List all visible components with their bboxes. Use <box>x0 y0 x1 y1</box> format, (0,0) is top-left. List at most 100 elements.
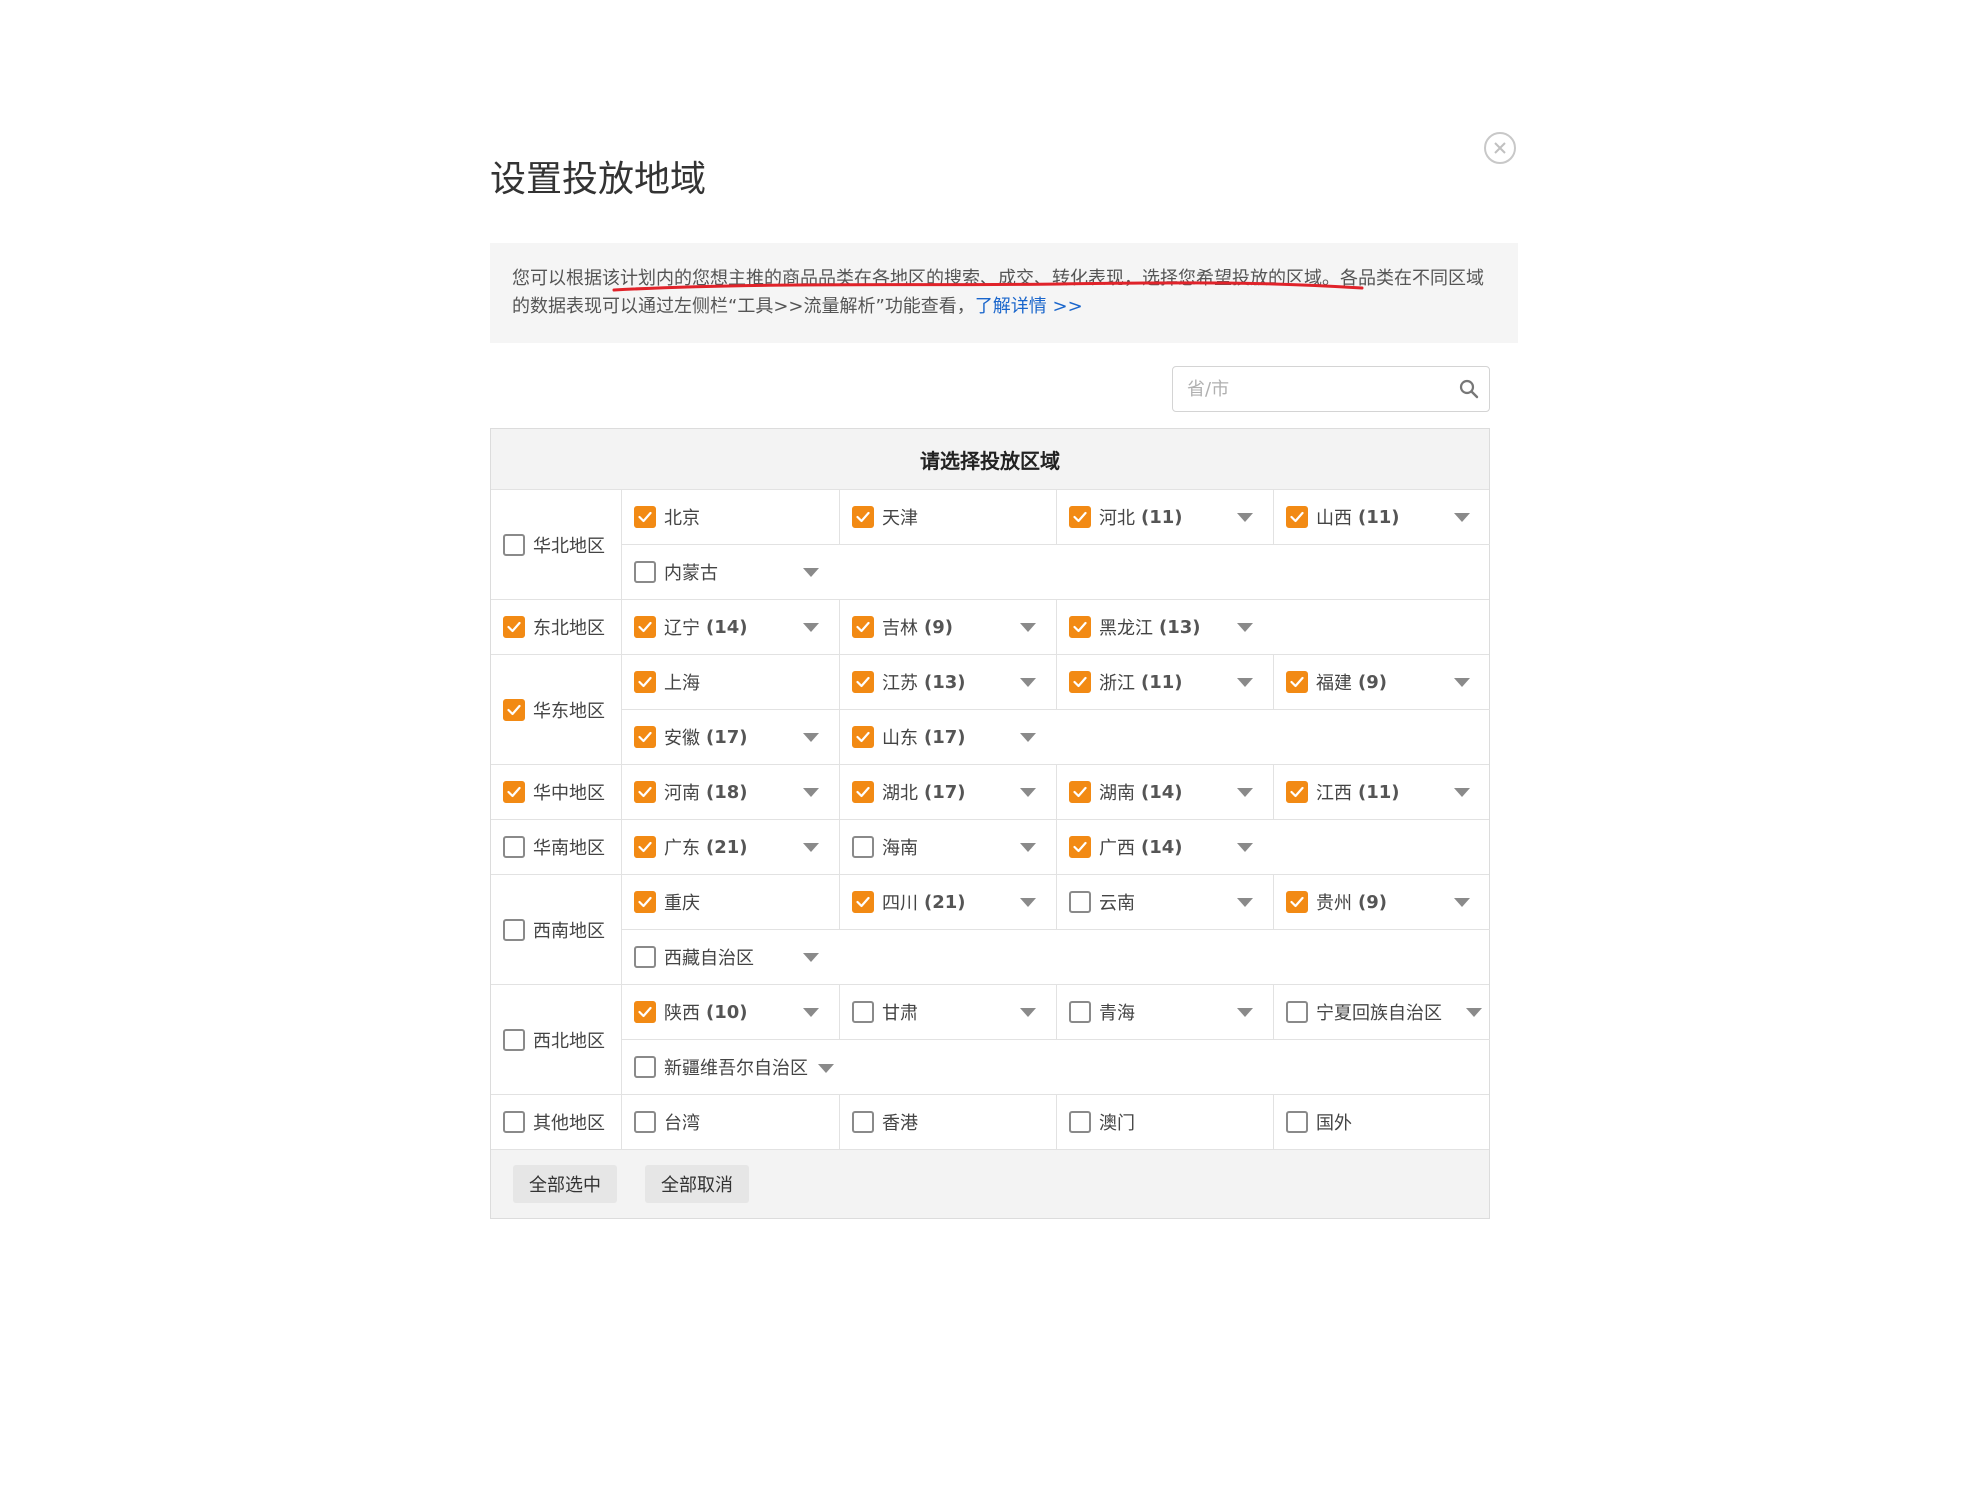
region-checkbox[interactable] <box>503 781 525 803</box>
province-checkbox[interactable] <box>1069 836 1091 858</box>
chevron-down-icon[interactable] <box>1237 843 1253 852</box>
region-label[interactable]: 东北地区 <box>491 600 622 654</box>
chevron-down-icon[interactable] <box>803 953 819 962</box>
province-cell[interactable]: 河南 (18) <box>622 765 839 819</box>
province-cell[interactable]: 河北 (11) <box>1056 490 1273 544</box>
province-checkbox[interactable] <box>634 726 656 748</box>
province-cell[interactable]: 黑龙江 (13) <box>1056 600 1273 654</box>
province-checkbox[interactable] <box>634 781 656 803</box>
chevron-down-icon[interactable] <box>1237 1008 1253 1017</box>
region-label[interactable]: 华中地区 <box>491 765 622 819</box>
province-cell[interactable]: 山西 (11) <box>1273 490 1490 544</box>
province-checkbox[interactable] <box>852 726 874 748</box>
province-checkbox[interactable] <box>1069 781 1091 803</box>
province-cell[interactable]: 山东 (17) <box>839 710 1056 764</box>
province-checkbox[interactable] <box>852 836 874 858</box>
region-checkbox[interactable] <box>503 616 525 638</box>
province-cell[interactable]: 国外 <box>1273 1095 1490 1149</box>
chevron-down-icon[interactable] <box>803 568 819 577</box>
province-checkbox[interactable] <box>1286 671 1308 693</box>
province-cell[interactable]: 安徽 (17) <box>622 710 839 764</box>
province-checkbox[interactable] <box>852 506 874 528</box>
chevron-down-icon[interactable] <box>1020 733 1036 742</box>
province-checkbox[interactable] <box>1069 891 1091 913</box>
province-cell[interactable]: 湖南 (14) <box>1056 765 1273 819</box>
province-cell[interactable]: 北京 <box>622 490 839 544</box>
chevron-down-icon[interactable] <box>1454 678 1470 687</box>
chevron-down-icon[interactable] <box>1454 513 1470 522</box>
province-checkbox[interactable] <box>634 891 656 913</box>
province-cell[interactable]: 四川 (21) <box>839 875 1056 929</box>
region-checkbox[interactable] <box>503 918 525 941</box>
province-checkbox[interactable] <box>1286 1001 1308 1023</box>
chevron-down-icon[interactable] <box>1454 788 1470 797</box>
region-checkbox[interactable] <box>503 836 525 858</box>
chevron-down-icon[interactable] <box>1237 678 1253 687</box>
province-checkbox[interactable] <box>634 561 656 583</box>
province-cell[interactable]: 香港 <box>839 1095 1056 1149</box>
chevron-down-icon[interactable] <box>1237 898 1253 907</box>
province-cell[interactable]: 江苏 (13) <box>839 655 1056 709</box>
province-cell[interactable]: 广东 (21) <box>622 820 839 874</box>
deselect-all-button[interactable]: 全部取消 <box>645 1165 749 1203</box>
region-label[interactable]: 西北地区 <box>491 985 622 1094</box>
region-checkbox[interactable] <box>503 698 525 721</box>
province-cell[interactable]: 江西 (11) <box>1273 765 1490 819</box>
province-checkbox[interactable] <box>852 891 874 913</box>
chevron-down-icon[interactable] <box>1020 1008 1036 1017</box>
chevron-down-icon[interactable] <box>803 843 819 852</box>
province-checkbox[interactable] <box>852 1111 874 1133</box>
province-cell[interactable]: 内蒙古 <box>622 545 839 599</box>
province-checkbox[interactable] <box>634 1111 656 1133</box>
province-cell[interactable]: 湖北 (17) <box>839 765 1056 819</box>
province-cell[interactable]: 台湾 <box>622 1095 839 1149</box>
chevron-down-icon[interactable] <box>1466 1008 1482 1017</box>
province-checkbox[interactable] <box>852 781 874 803</box>
province-checkbox[interactable] <box>1069 671 1091 693</box>
province-checkbox[interactable] <box>634 1001 656 1023</box>
chevron-down-icon[interactable] <box>1020 843 1036 852</box>
province-cell[interactable]: 广西 (14) <box>1056 820 1273 874</box>
chevron-down-icon[interactable] <box>803 733 819 742</box>
chevron-down-icon[interactable] <box>1237 513 1253 522</box>
chevron-down-icon[interactable] <box>818 1063 834 1073</box>
chevron-down-icon[interactable] <box>1237 623 1253 632</box>
province-checkbox[interactable] <box>634 1056 656 1078</box>
province-cell[interactable]: 宁夏回族自治区 <box>1273 985 1490 1039</box>
province-checkbox[interactable] <box>634 671 656 693</box>
province-checkbox[interactable] <box>852 671 874 693</box>
province-checkbox[interactable] <box>1286 891 1308 913</box>
region-label[interactable]: 华北地区 <box>491 490 622 599</box>
region-checkbox[interactable] <box>503 533 525 556</box>
province-cell[interactable]: 重庆 <box>622 875 839 929</box>
region-checkbox[interactable] <box>503 1111 525 1133</box>
province-checkbox[interactable] <box>1069 506 1091 528</box>
province-cell[interactable]: 新疆维吾尔自治区 <box>622 1040 839 1094</box>
learn-more-link[interactable]: 了解详情 >> <box>975 296 1083 317</box>
search-icon[interactable] <box>1459 379 1479 399</box>
province-checkbox[interactable] <box>634 616 656 638</box>
chevron-down-icon[interactable] <box>803 623 819 632</box>
province-cell[interactable]: 陕西 (10) <box>622 985 839 1039</box>
province-cell[interactable]: 上海 <box>622 655 839 709</box>
chevron-down-icon[interactable] <box>1237 788 1253 797</box>
close-button[interactable] <box>1484 132 1516 164</box>
chevron-down-icon[interactable] <box>1020 788 1036 797</box>
region-label[interactable]: 西南地区 <box>491 875 622 984</box>
region-label[interactable]: 华东地区 <box>491 655 622 764</box>
province-cell[interactable]: 吉林 (9) <box>839 600 1056 654</box>
province-cell[interactable]: 青海 <box>1056 985 1273 1039</box>
province-cell[interactable]: 澳门 <box>1056 1095 1273 1149</box>
province-cell[interactable]: 辽宁 (14) <box>622 600 839 654</box>
province-checkbox[interactable] <box>1286 781 1308 803</box>
province-checkbox[interactable] <box>1286 506 1308 528</box>
search-input[interactable] <box>1173 367 1447 411</box>
province-checkbox[interactable] <box>1069 1001 1091 1023</box>
province-checkbox[interactable] <box>634 506 656 528</box>
chevron-down-icon[interactable] <box>1454 898 1470 907</box>
province-checkbox[interactable] <box>852 1001 874 1023</box>
province-checkbox[interactable] <box>1069 1111 1091 1133</box>
province-checkbox[interactable] <box>634 946 656 968</box>
province-checkbox[interactable] <box>1069 616 1091 638</box>
province-checkbox[interactable] <box>634 836 656 858</box>
